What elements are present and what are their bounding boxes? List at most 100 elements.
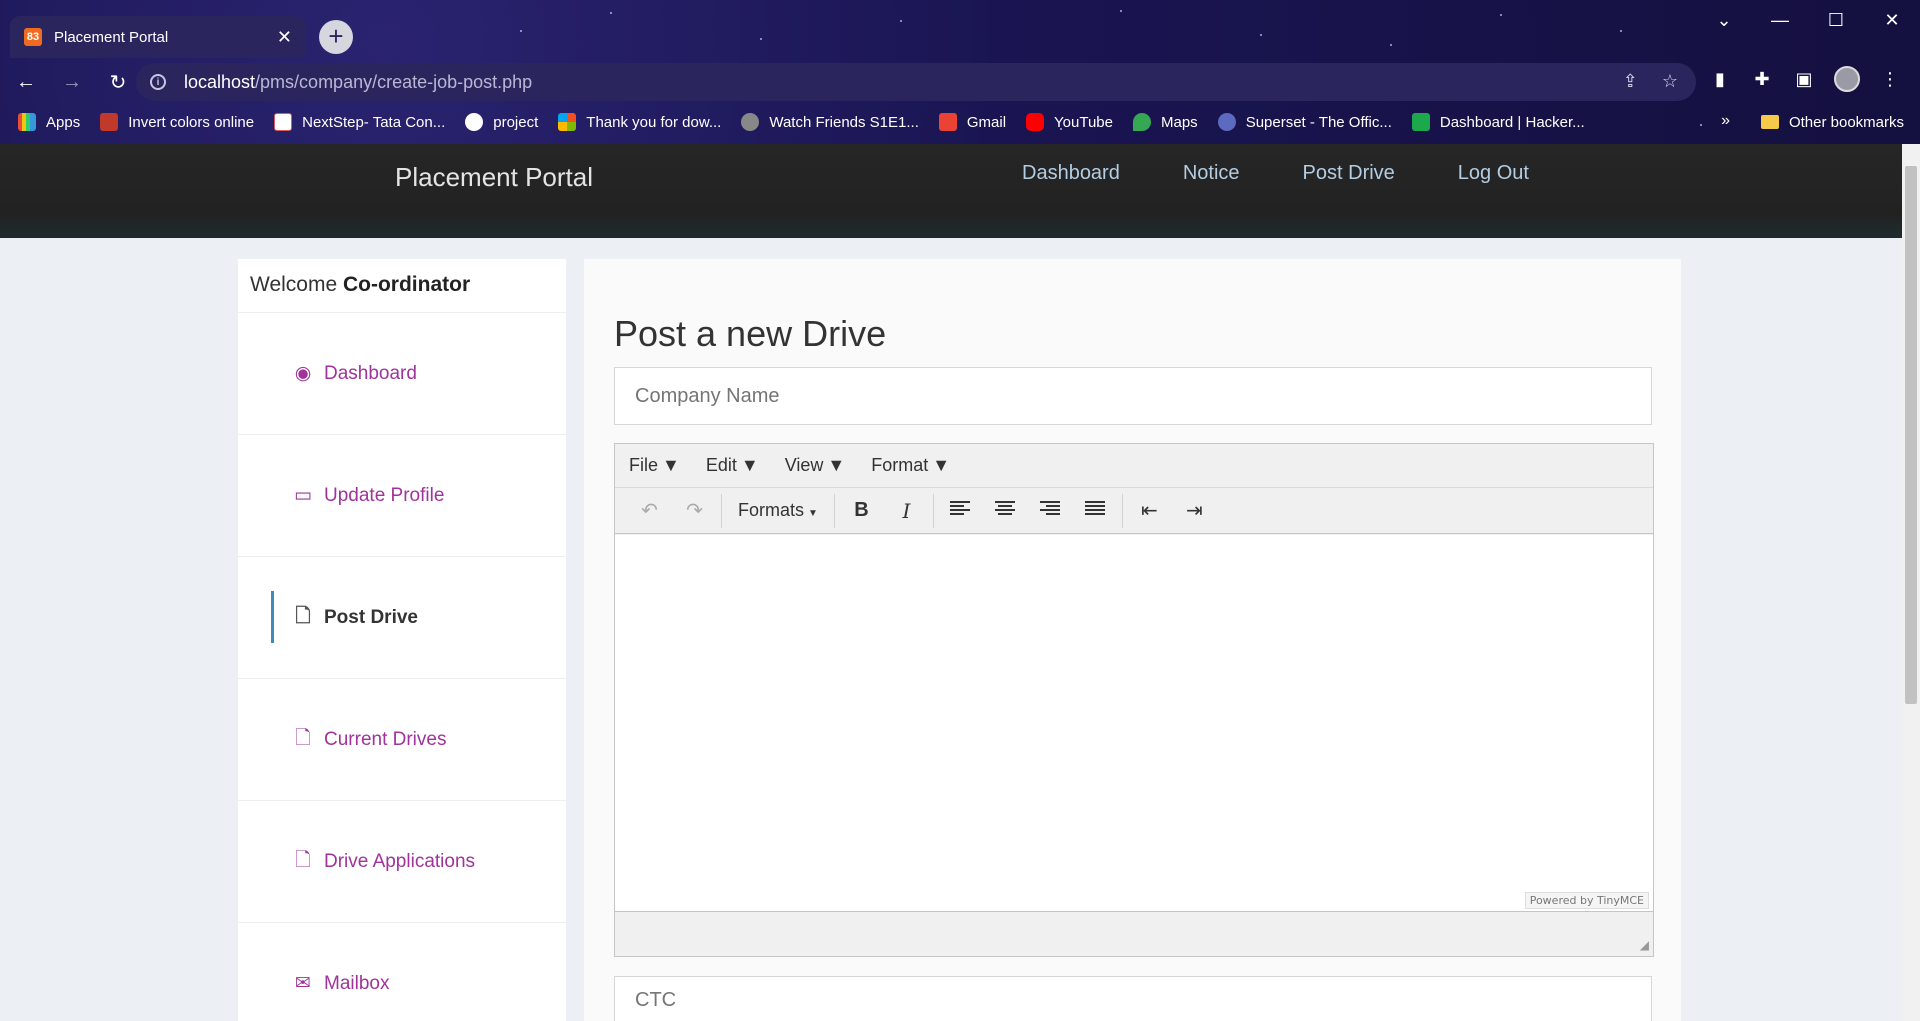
caret-down-icon: ▼ <box>932 455 951 475</box>
page-scrollbar[interactable] <box>1902 144 1920 1021</box>
bold-icon[interactable]: B <box>839 499 884 522</box>
tcs-icon <box>274 113 293 131</box>
menu-format-label: Format <box>871 455 929 475</box>
toolbar-separator <box>833 493 835 528</box>
align-justify-icon[interactable] <box>1073 499 1118 522</box>
bookmark-friends[interactable]: Watch Friends S1E1... <box>741 113 919 131</box>
menu-view-label: View <box>784 455 824 475</box>
menu-file[interactable]: File ▼ <box>629 455 680 476</box>
caret-down-icon: ▼ <box>740 455 759 475</box>
profile-avatar[interactable] <box>1834 66 1860 92</box>
main-panel: Post a new Drive File▼ Edit▼ View▼ Forma… <box>584 259 1681 1021</box>
align-right-icon[interactable] <box>1028 499 1073 522</box>
dashboard-icon: ◉ <box>294 363 312 384</box>
other-bookmarks[interactable]: Other bookmarks <box>1760 106 1904 138</box>
bookmark-apps[interactable]: Apps <box>18 113 80 131</box>
bookmark-thank-you[interactable]: Thank you for dow... <box>558 113 721 131</box>
bookmark-superset[interactable]: Superset - The Offic... <box>1217 113 1392 131</box>
maximize-icon[interactable]: ☐ <box>1808 0 1864 40</box>
share-icon[interactable]: ⇪ <box>1623 71 1638 92</box>
bookmark-project[interactable]: project <box>465 113 538 131</box>
italic-icon[interactable]: I <box>884 499 929 523</box>
bookmark-nextstep[interactable]: NextStep- Tata Con... <box>274 113 445 131</box>
address-bar[interactable]: i localhost/pms/company/create-job-post.… <box>136 63 1696 101</box>
reload-icon[interactable]: ↻ <box>98 62 138 102</box>
nav-dashboard[interactable]: Dashboard <box>1022 162 1120 185</box>
browser-chrome: 83 Placement Portal ✕ + ⌄ — ☐ ✕ ← → ↻ i … <box>0 0 1920 144</box>
bookmark-label: Watch Friends S1E1... <box>769 113 919 131</box>
site-info-icon[interactable]: i <box>150 74 166 90</box>
sidebar-item-update-profile[interactable]: ▭ Update Profile <box>238 435 566 557</box>
bookmark-youtube[interactable]: YouTube <box>1026 113 1113 131</box>
url-host: localhost <box>184 71 256 92</box>
redo-icon[interactable]: ↷ <box>672 498 717 523</box>
minimize-icon[interactable]: — <box>1752 0 1808 40</box>
microsoft-icon <box>558 113 577 131</box>
toolbar-separator <box>932 493 934 528</box>
editor-toolbar: ↶ ↷ Formats ▼ B I ⇤ ⇥ <box>615 488 1653 534</box>
indent-icon[interactable]: ⇥ <box>1172 498 1217 523</box>
menu-format[interactable]: Format ▼ <box>871 455 950 476</box>
bookmark-maps[interactable]: Maps <box>1133 113 1198 131</box>
close-window-icon[interactable]: ✕ <box>1864 0 1920 40</box>
bookmark-label: Apps <box>46 113 81 131</box>
sidebar-item-drive-applications[interactable]: 🗋 Drive Applications <box>238 801 566 923</box>
welcome-message: Welcome Co-ordinator <box>238 259 566 313</box>
sidebar-item-mailbox[interactable]: ✉ Mailbox <box>238 923 566 1021</box>
browser-menu-icon[interactable]: ⋮ <box>1878 69 1902 90</box>
editor-content-area[interactable]: Powered by TinyMCE <box>615 535 1653 911</box>
forward-icon[interactable]: → <box>52 62 92 102</box>
gmail-icon <box>938 113 957 131</box>
formats-dropdown[interactable]: Formats ▼ <box>726 500 830 521</box>
nav-log-out[interactable]: Log Out <box>1458 162 1529 185</box>
url-path: /pms/company/create-job-post.php <box>255 71 533 92</box>
back-icon[interactable]: ← <box>6 62 46 102</box>
browser-toolbar: ← → ↻ i localhost/pms/company/create-job… <box>0 60 1920 104</box>
company-name-input[interactable] <box>614 367 1652 425</box>
omnibox-actions: ⇪ ☆ <box>1623 71 1678 92</box>
bookmark-star-icon[interactable]: ☆ <box>1662 71 1678 92</box>
tab-search-icon[interactable]: ⌄ <box>1696 0 1752 40</box>
welcome-name: Co-ordinator <box>342 273 471 296</box>
caret-down-icon: ▼ <box>662 455 680 475</box>
close-tab-icon[interactable]: ✕ <box>277 27 292 48</box>
brand-title[interactable]: Placement Portal <box>395 162 593 193</box>
sidebar-item-post-drive[interactable]: 🗋 Post Drive <box>238 557 566 679</box>
scroll-thumb[interactable] <box>1905 166 1917 704</box>
align-left-icon[interactable] <box>938 499 983 522</box>
other-bookmarks-label: Other bookmarks <box>1788 113 1904 131</box>
bookmark-hackerrank[interactable]: Dashboard | Hacker... <box>1411 113 1585 131</box>
sidebar-item-dashboard[interactable]: ◉ Dashboard <box>238 313 566 435</box>
nav-notice[interactable]: Notice <box>1183 162 1240 185</box>
side-panel-icon[interactable]: ▣ <box>1792 69 1816 90</box>
menu-edit-label: Edit <box>705 455 737 475</box>
bookmark-label: project <box>493 113 539 131</box>
folder-icon <box>1760 115 1779 129</box>
outdent-icon[interactable]: ⇤ <box>1127 498 1172 523</box>
more-bookmarks-button[interactable]: » <box>1721 112 1730 130</box>
extensions-puzzle-icon[interactable]: ✚ <box>1750 69 1774 90</box>
extension-note-icon[interactable]: ▮ <box>1708 69 1732 90</box>
globe-icon <box>741 113 760 131</box>
sidebar-item-label: Drive Applications <box>324 850 476 872</box>
align-center-icon[interactable] <box>983 499 1028 522</box>
new-tab-button[interactable]: + <box>319 20 353 54</box>
welcome-prefix: Welcome <box>250 273 343 296</box>
sidebar-item-current-drives[interactable]: 🗋 Current Drives <box>238 679 566 801</box>
undo-icon[interactable]: ↶ <box>627 498 672 523</box>
maps-pin-icon <box>1133 113 1151 131</box>
ctc-input[interactable] <box>614 976 1652 1021</box>
window-controls: ⌄ — ☐ ✕ <box>1696 0 1920 40</box>
bookmark-invert-colors[interactable]: Invert colors online <box>100 113 254 131</box>
sidebar: Welcome Co-ordinator ◉ Dashboard ▭ Updat… <box>238 259 566 1021</box>
resize-handle-icon[interactable]: ◢ <box>1640 938 1649 952</box>
menu-edit[interactable]: Edit ▼ <box>706 455 759 476</box>
menu-file-label: File <box>629 455 659 475</box>
powered-by-tinymce[interactable]: Powered by TinyMCE <box>1524 892 1649 909</box>
menu-view[interactable]: View ▼ <box>785 455 846 476</box>
bookmark-label: Thank you for dow... <box>586 113 722 131</box>
sidebar-item-label: Current Drives <box>324 728 447 750</box>
bookmark-gmail[interactable]: Gmail <box>938 113 1006 131</box>
browser-tab[interactable]: 83 Placement Portal ✕ <box>10 16 306 58</box>
nav-post-drive[interactable]: Post Drive <box>1303 162 1395 185</box>
